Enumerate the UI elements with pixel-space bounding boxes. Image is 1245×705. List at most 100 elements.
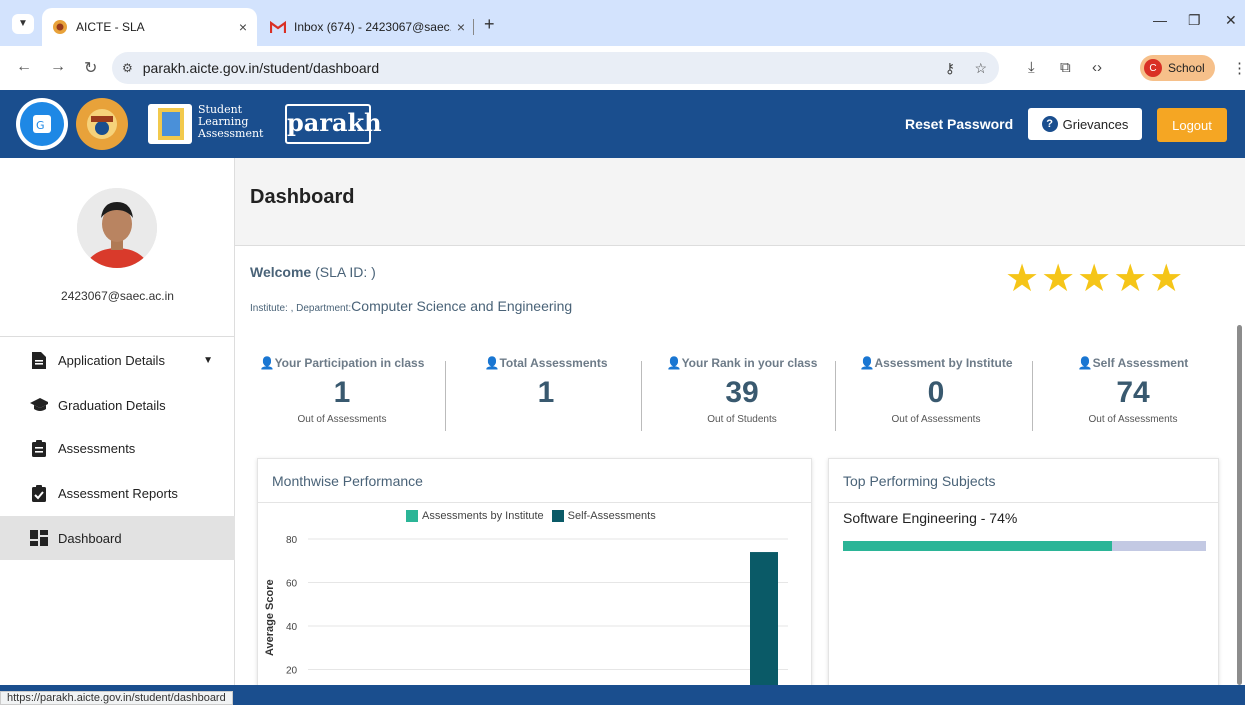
gmail-icon	[270, 19, 286, 35]
legend-label-institute[interactable]: Assessments by Institute	[422, 510, 544, 522]
sidebar-item-dashboard[interactable]: Dashboard	[0, 516, 235, 560]
download-icon[interactable]: ⤓	[1028, 59, 1035, 76]
minimize-icon[interactable]: —	[1153, 12, 1167, 28]
page-title: Dashboard	[250, 186, 355, 208]
url-text: parakh.aicte.gov.in/student/dashboard	[142, 60, 380, 76]
reload-icon[interactable]: ↻	[84, 58, 97, 78]
sidebar-item-assessment-reports[interactable]: Assessment Reports	[0, 471, 235, 515]
close-tab-icon[interactable]: ×	[239, 19, 247, 35]
stat-label: 👤Your Rank in your class	[647, 356, 837, 370]
reset-password-link[interactable]: Reset Password	[905, 116, 1013, 132]
question-icon: ?	[1041, 116, 1058, 132]
grievances-button[interactable]: ? Grievances	[1028, 108, 1142, 140]
stat-label: 👤Assessment by Institute	[841, 356, 1031, 370]
svg-text:G: G	[36, 119, 45, 132]
tab-inbox[interactable]: Inbox (674) - 2423067@saec.ac ×	[260, 8, 475, 46]
y-tick-label: 40	[286, 622, 298, 633]
department-name: Computer Science and Engineering	[351, 298, 573, 314]
password-key-icon[interactable]: ⚷	[945, 60, 955, 77]
grievances-label: Grievances	[1062, 116, 1129, 132]
stat-label-text: Self Assessment	[1092, 356, 1189, 370]
stat-value: 0	[927, 376, 945, 409]
page-scrollbar[interactable]	[1237, 325, 1242, 685]
profile-name: School	[1168, 61, 1205, 75]
welcome-text: Welcome (SLA ID: )	[250, 264, 376, 280]
user-icon: 👤	[1077, 356, 1093, 370]
back-icon[interactable]: ←	[16, 58, 32, 76]
stat-sub: Out of Assessments	[297, 414, 387, 425]
tab-divider	[473, 19, 474, 35]
sidebar-item-label: Application Details	[58, 352, 165, 368]
stat-participation: 👤Your Participation in class 1 Out of As…	[247, 356, 437, 425]
tab-search-chevron-icon[interactable]: ▼	[12, 14, 34, 34]
rating-stars: ★★★★★	[1005, 258, 1186, 300]
stat-sub: Out of Assessments	[891, 414, 981, 425]
user-icon: 👤	[666, 356, 682, 370]
institute-prefix: Institute: , Department:	[250, 303, 352, 314]
devtools-code-icon[interactable]: ‹›	[1092, 59, 1102, 76]
clipboard-list-icon	[30, 439, 48, 457]
parakh-logo: parakh	[285, 104, 382, 144]
institute-line: Institute: , Department:Computer Science…	[250, 298, 572, 314]
aicte-favicon-icon	[52, 19, 68, 35]
extensions-icon[interactable]: ⧉	[1060, 59, 1071, 76]
sidebar-item-label: Dashboard	[58, 530, 122, 546]
avatar	[77, 188, 157, 268]
stat-divider	[835, 361, 836, 431]
profile-button[interactable]: C School	[1140, 55, 1215, 81]
user-icon: 👤	[484, 356, 500, 370]
restore-icon[interactable]: ❐	[1188, 12, 1201, 29]
y-tick-label: 60	[286, 579, 298, 590]
monthwise-chart: 20 40 60 80 Average Score	[264, 535, 788, 685]
stat-value: 74	[1116, 376, 1150, 409]
sidebar-item-graduation-details[interactable]: Graduation Details	[0, 383, 235, 427]
stat-institute-assessment: 👤Assessment by Institute 0 Out of Assess…	[841, 356, 1031, 425]
welcome-label: Welcome	[250, 264, 312, 280]
sla-id-text: (SLA ID: )	[311, 264, 376, 280]
sidebar-item-label: Assessments	[58, 440, 136, 456]
card-title: Top Performing Subjects	[829, 459, 1218, 503]
subject-progress-fill	[843, 541, 1112, 551]
site-info-icon[interactable]: ⚙	[122, 61, 133, 75]
tab-aicte-sla[interactable]: AICTE - SLA ×	[42, 8, 257, 46]
legend-label-self[interactable]: Self-Assessments	[568, 510, 656, 522]
stat-label-text: Your Rank in your class	[681, 356, 818, 370]
stat-label: 👤Total Assessments	[451, 356, 641, 370]
address-bar[interactable]: ⚙ parakh.aicte.gov.in/student/dashboard …	[112, 52, 999, 84]
sidebar: 2423067@saec.ac.in Application Details ▼…	[0, 158, 235, 705]
bar-self-assessment[interactable]	[750, 552, 778, 685]
stat-total-assessments: 👤Total Assessments 1	[451, 356, 641, 414]
sidebar-divider	[0, 336, 235, 337]
dashboard-grid-icon	[30, 529, 48, 547]
monthwise-performance-card: Monthwise Performance Assessments by Ins…	[257, 458, 812, 685]
user-icon: 👤	[859, 356, 875, 370]
stat-divider	[1032, 361, 1033, 431]
status-bar-url: https://parakh.aicte.gov.in/student/dash…	[0, 691, 233, 705]
sidebar-item-assessments[interactable]: Assessments	[0, 426, 235, 470]
new-tab-button[interactable]: +	[484, 14, 495, 35]
stat-sub: Out of Assessments	[1088, 414, 1178, 425]
chevron-down-icon[interactable]: ▼	[203, 355, 213, 366]
close-tab-icon[interactable]: ×	[457, 19, 465, 35]
subject-score-text: Software Engineering - 74%	[843, 510, 1018, 526]
chart-legend: Assessments by Institute Self-Assessment…	[406, 510, 656, 522]
stat-label-text: Your Participation in class	[274, 356, 425, 370]
logout-button[interactable]: Logout	[1157, 108, 1227, 142]
graduation-cap-icon	[30, 396, 48, 414]
stat-divider	[641, 361, 642, 431]
browser-tabstrip: ▼ AICTE - SLA × Inbox (674) - 2423067@sa…	[0, 0, 1245, 46]
stat-label: 👤Your Participation in class	[247, 356, 437, 370]
user-email: 2423067@saec.ac.in	[61, 289, 174, 303]
translate-logo-icon: G	[16, 98, 68, 150]
close-window-icon[interactable]: ✕	[1225, 12, 1237, 29]
browser-menu-icon[interactable]: ⋮	[1232, 59, 1245, 77]
sidebar-item-label: Graduation Details	[58, 397, 166, 413]
legend-swatch-self	[551, 510, 564, 522]
stat-value: 1	[537, 376, 555, 409]
tab-title: AICTE - SLA	[76, 20, 145, 34]
forward-icon[interactable]: →	[50, 58, 66, 76]
sla-wordmark: Student Learning Assessment	[198, 104, 263, 140]
bookmark-star-icon[interactable]: ☆	[974, 60, 987, 77]
sidebar-item-application-details[interactable]: Application Details ▼	[0, 338, 235, 382]
y-tick-label: 80	[286, 535, 298, 546]
